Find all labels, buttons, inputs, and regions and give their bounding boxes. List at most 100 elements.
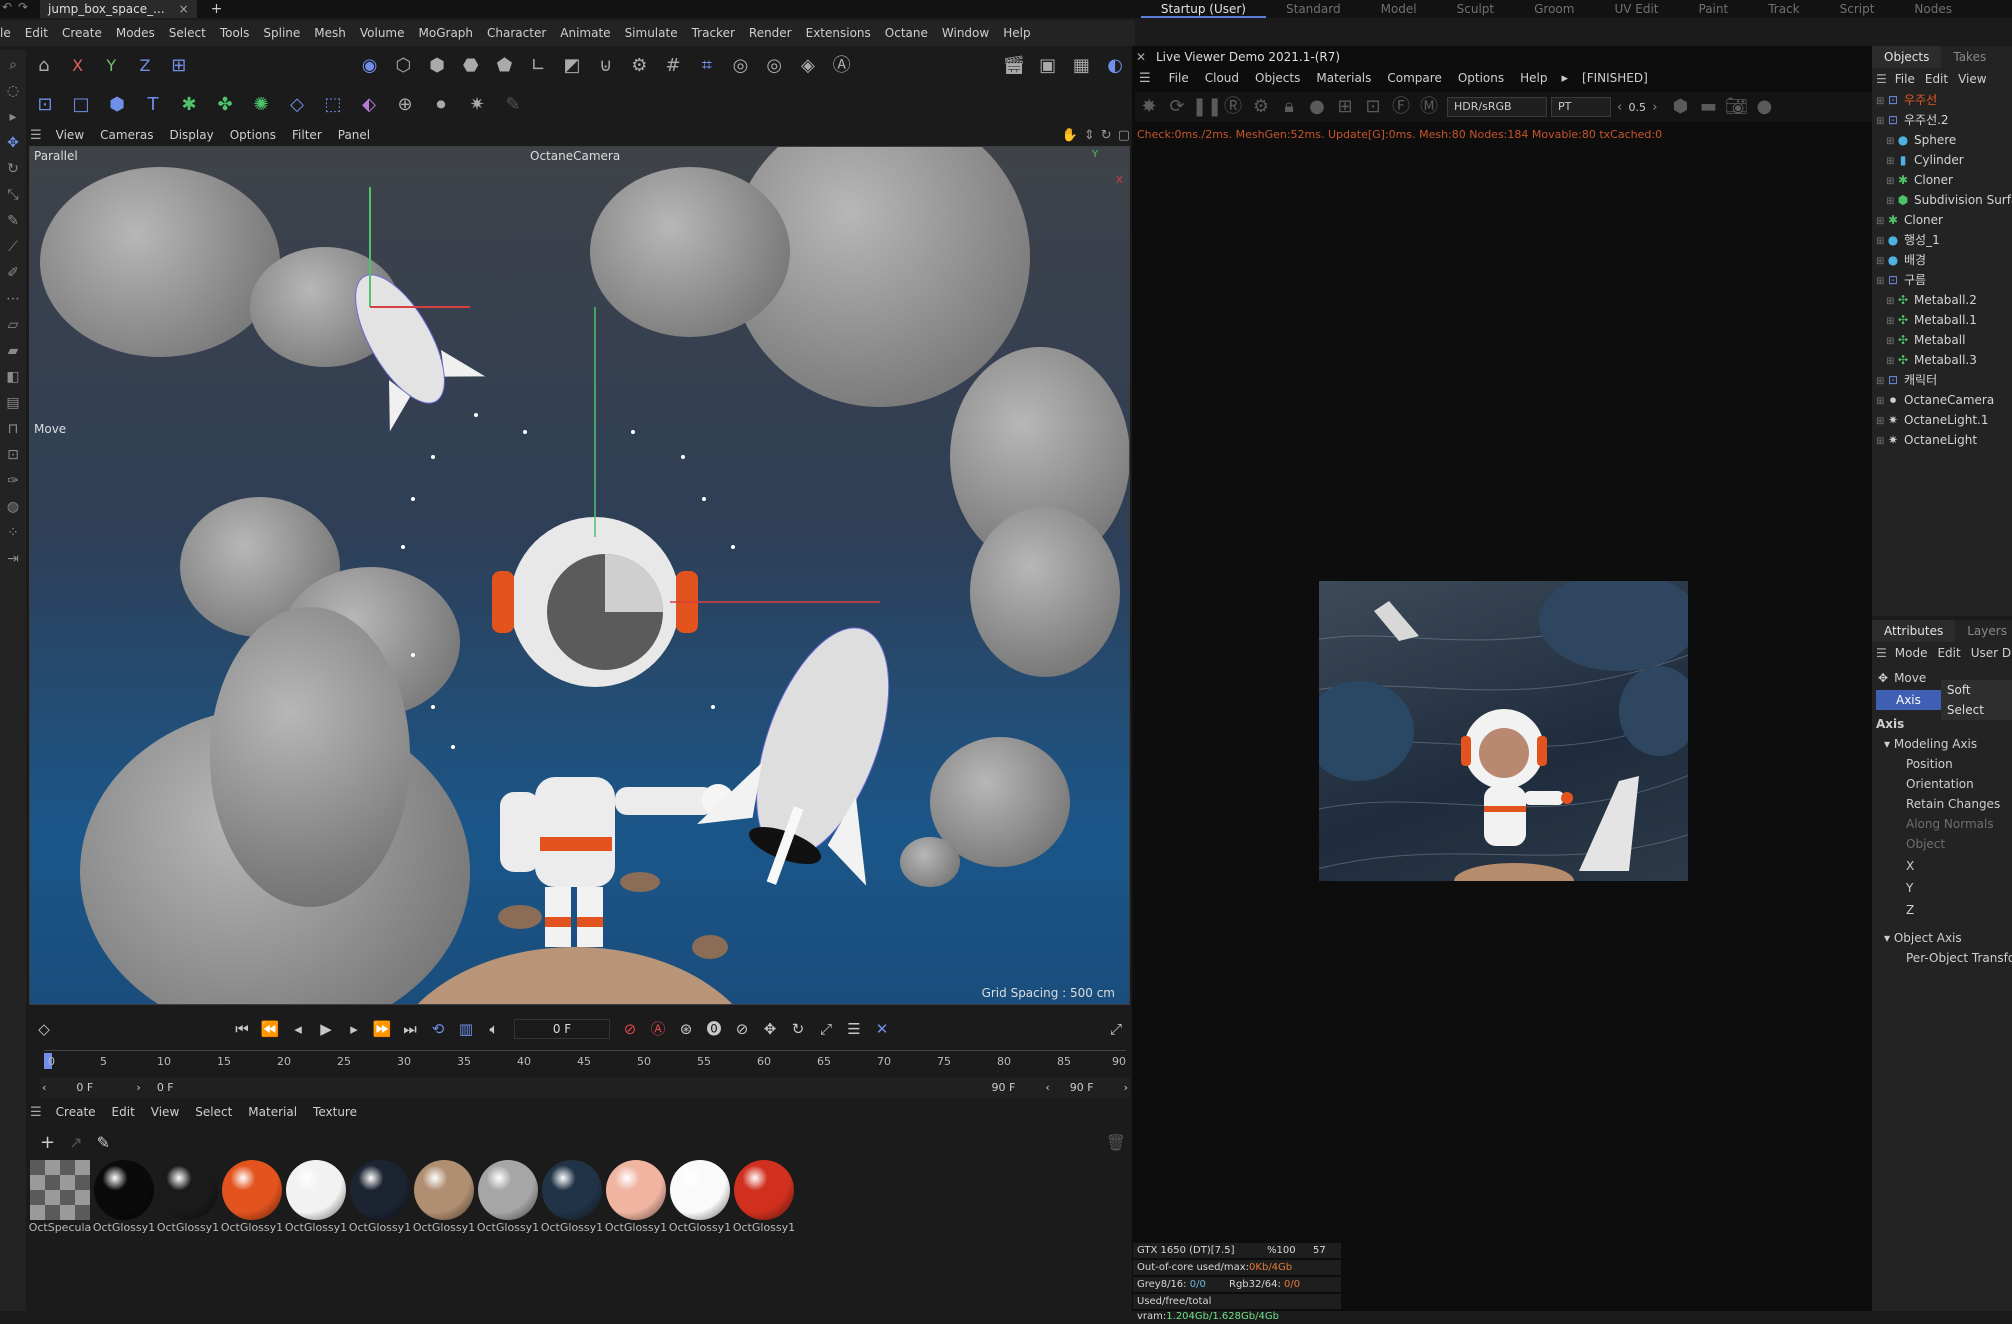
expand-toggle-icon[interactable]: ⊞	[1876, 232, 1886, 252]
material-swatch[interactable]: OctGlossy1	[156, 1160, 220, 1240]
menu-modes[interactable]: Modes	[109, 20, 162, 46]
material-swatch[interactable]: OctGlossy1	[412, 1160, 476, 1240]
generator-icon[interactable]: ⬖	[354, 91, 384, 119]
menu-character[interactable]: Character	[480, 20, 553, 46]
attributes-menu-edit[interactable]: Edit	[1937, 646, 1960, 660]
expand-toggle-icon[interactable]: ⊞	[1886, 292, 1896, 312]
color-space-select[interactable]: HDR/sRGB	[1447, 97, 1547, 117]
move-key-icon[interactable]: ✥	[759, 1018, 781, 1040]
material-menu-select[interactable]: Select	[187, 1105, 240, 1119]
objects-hamburger-icon[interactable]: ☰	[1876, 72, 1887, 86]
layout-nodes[interactable]: Nodes	[1894, 0, 1972, 18]
add-tab-icon[interactable]: +	[211, 1, 223, 17]
menu-mesh[interactable]: Mesh	[307, 20, 353, 46]
channel-icon[interactable]: ⬢	[1667, 94, 1693, 120]
rotate-key-icon[interactable]: ↻	[787, 1018, 809, 1040]
go-to-end-icon[interactable]: ⏭	[399, 1018, 421, 1040]
texture-icon[interactable]: ◩	[558, 52, 586, 80]
lv-menu-file[interactable]: File	[1161, 71, 1197, 85]
lv-menu-objects[interactable]: Objects	[1247, 71, 1308, 85]
viewport-menu-filter[interactable]: Filter	[284, 128, 330, 142]
tab-layers[interactable]: Layers	[1955, 620, 2012, 642]
go-to-start-icon[interactable]: ⏮	[231, 1018, 253, 1040]
menu-edit[interactable]: Edit	[18, 20, 55, 46]
select-icon[interactable]: ▸	[2, 106, 24, 128]
object-tree-item[interactable]: ⊞ ⊡ 우주선.2	[1876, 110, 2012, 130]
object-mode-icon[interactable]: ⬡	[389, 52, 417, 80]
expand-toggle-icon[interactable]: ⊞	[1886, 312, 1896, 332]
points-icon[interactable]: ⬢	[423, 52, 451, 80]
range-end-arrow-icon[interactable]: ›	[1124, 1081, 1128, 1094]
object-tree-item[interactable]: ⊞ ● 행성_1	[1876, 230, 2012, 250]
layout-startup[interactable]: Startup (User)	[1140, 0, 1266, 18]
fps-icon[interactable]: ▥	[455, 1018, 477, 1040]
object-axis-group[interactable]: ▾ Object Axis	[1872, 928, 2012, 948]
layout-uv-edit[interactable]: UV Edit	[1594, 0, 1678, 18]
expand-toggle-icon[interactable]: ⊞	[1886, 332, 1896, 352]
restart-render-icon[interactable]: ⟳	[1164, 94, 1190, 120]
rotate-tool-icon[interactable]: ↻	[2, 158, 24, 180]
viewport-menu-display[interactable]: Display	[161, 128, 221, 142]
points-mode-icon[interactable]: ⋯	[2, 288, 24, 310]
viewport-pan-icon[interactable]: ✋	[1062, 128, 1078, 143]
trash-icon[interactable]: 🗑︎	[1106, 1133, 1126, 1152]
tab-takes[interactable]: Takes	[1941, 46, 1998, 68]
menu-create[interactable]: Create	[55, 20, 109, 46]
material-menu-view[interactable]: View	[143, 1105, 187, 1119]
value-increment-icon[interactable]: ›	[1652, 100, 1657, 115]
record-icon[interactable]: ⊘	[619, 1018, 641, 1040]
autokey-icon[interactable]: Ⓐ	[647, 1018, 669, 1040]
range-max-field[interactable]: 90 F	[1070, 1081, 1094, 1094]
material-menu-texture[interactable]: Texture	[305, 1105, 365, 1119]
expand-toggle-icon[interactable]: ⊞	[1886, 352, 1896, 372]
polygons-mode-icon[interactable]: ▰	[2, 340, 24, 362]
edges-mode-icon[interactable]: ▱	[2, 314, 24, 336]
range-end-field[interactable]: 90 F	[992, 1081, 1016, 1094]
loop-icon[interactable]: ⟲	[427, 1018, 449, 1040]
object-tree-item[interactable]: ⊞⬢ Subdivision Surface	[1876, 190, 2012, 210]
material-swatch[interactable]: OctGlossy1	[540, 1160, 604, 1240]
mograph-fracture-icon[interactable]: ✤	[210, 91, 240, 119]
menu-help[interactable]: Help	[996, 20, 1037, 46]
scale-tool-icon[interactable]: ⤡	[2, 184, 24, 206]
object-tree-item[interactable]: ⊞ ✣ Metaball.2	[1876, 290, 2012, 310]
coordinate-system-icon[interactable]: ⊞	[165, 52, 193, 80]
object-tree-item[interactable]: ⊞ ⊡ 우주선	[1876, 90, 2012, 110]
locked-workplane-icon[interactable]: ⊡	[2, 444, 24, 466]
gpu-icon[interactable]: ●	[1751, 94, 1777, 120]
null-object-icon[interactable]: ⊡	[30, 91, 60, 119]
layout-model[interactable]: Model	[1361, 0, 1437, 18]
cloner-icon[interactable]: ✱	[174, 91, 204, 119]
region-render-icon[interactable]: Ⓡ	[1220, 94, 1246, 120]
knife-icon[interactable]: ⟋	[2, 236, 24, 258]
search-icon[interactable]: ⌕	[2, 54, 24, 76]
attributes-menu-user-data[interactable]: User D	[1971, 646, 2011, 660]
object-tree-item[interactable]: ⊞ ⏺ OctaneCamera	[1876, 390, 2012, 410]
lock-icon[interactable]: ⌂	[30, 52, 58, 80]
timeline-graph-icon[interactable]: ⤢	[1105, 1018, 1127, 1040]
param-key-icon[interactable]: ☰	[843, 1018, 865, 1040]
particles-icon[interactable]: ⁘	[2, 522, 24, 544]
live-viewer-hamburger-icon[interactable]: ☰	[1139, 71, 1151, 86]
expand-toggle-icon[interactable]: ⊞	[1886, 192, 1896, 212]
material-picker-icon[interactable]: Ⓜ	[1416, 94, 1442, 120]
undo-icon[interactable]: ↶	[2, 0, 12, 14]
attributes-menu-mode[interactable]: Mode	[1895, 646, 1928, 660]
lv-menu-help[interactable]: Help	[1512, 71, 1555, 85]
current-frame-field[interactable]: 0 F	[514, 1019, 610, 1039]
viewport-zoom-icon[interactable]: ⇕	[1084, 128, 1095, 143]
menu-tracker[interactable]: Tracker	[685, 20, 742, 46]
camera-icon[interactable]: ⏺	[426, 91, 456, 119]
eyedropper-icon[interactable]: ✎	[97, 1133, 110, 1152]
next-frame-icon[interactable]: ▸	[343, 1018, 365, 1040]
3d-viewport[interactable]: Parallel OctaneCamera Move Y X Grid Spac…	[29, 146, 1130, 1005]
menu-animate[interactable]: Animate	[553, 20, 617, 46]
x-axis-lock-button[interactable]: X	[64, 52, 92, 80]
range-end-arrow-left-icon[interactable]: ‹	[1045, 1081, 1049, 1094]
octane-live-viewer-icon[interactable]: ◐	[1101, 52, 1129, 80]
objects-menu-edit[interactable]: Edit	[1925, 72, 1948, 86]
tab-objects[interactable]: Objects	[1872, 46, 1942, 68]
pause-render-icon[interactable]: ❚❚	[1192, 94, 1222, 120]
magnet-icon[interactable]: ⊍	[592, 52, 620, 80]
object-tree-item[interactable]: ⊞ ✣ Metaball.3	[1876, 350, 2012, 370]
